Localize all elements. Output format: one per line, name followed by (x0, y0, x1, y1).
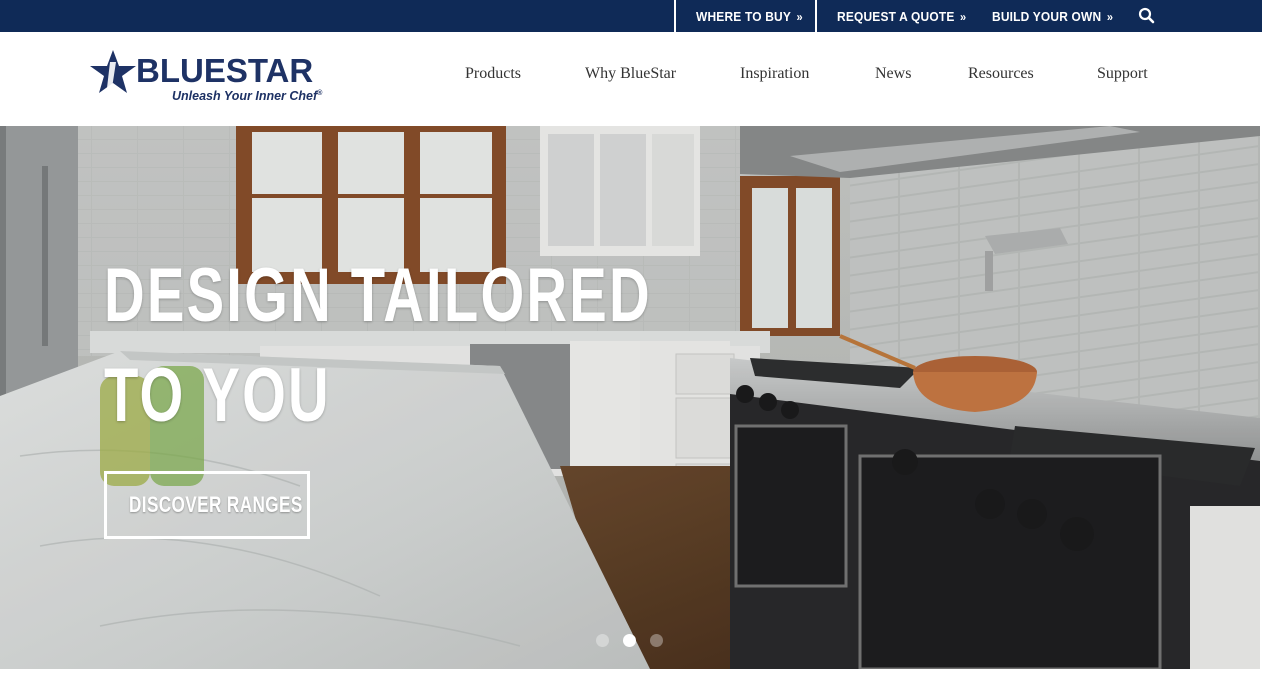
search-icon (1138, 7, 1155, 24)
nav-item-support[interactable]: Support (1097, 65, 1148, 83)
where-to-buy-label: WHERE TO BUY (696, 9, 792, 24)
request-quote-label: REQUEST A QUOTE (837, 9, 955, 24)
site-header: BLUESTAR Unleash Your Inner Chef® Produc… (0, 32, 1262, 126)
utility-divider (815, 0, 817, 32)
nav-item-why-bluestar[interactable]: Why BlueStar (585, 65, 676, 83)
build-your-own-link[interactable]: BUILD YOUR OWN » (992, 0, 1113, 32)
registered-mark: ® (317, 89, 323, 97)
brand-tagline: Unleash Your Inner Chef® (172, 89, 322, 103)
brand-tagline-text: Unleash Your Inner Chef (172, 89, 318, 103)
slide-dot-2[interactable] (623, 634, 636, 647)
search-button[interactable] (1138, 7, 1156, 25)
chevron-right-icon: » (1106, 10, 1114, 24)
utility-divider (674, 0, 676, 32)
nav-item-inspiration[interactable]: Inspiration (740, 65, 809, 83)
nav-item-news[interactable]: News (875, 65, 911, 83)
chevron-right-icon: » (960, 10, 967, 24)
hero-slider: DESIGN TAILORED TO YOU DISCOVER RANGES (0, 126, 1260, 669)
build-your-own-label: BUILD YOUR OWN (992, 9, 1102, 24)
slide-dot-1[interactable] (596, 634, 609, 647)
discover-ranges-button[interactable]: DISCOVER RANGES (104, 471, 310, 539)
where-to-buy-link[interactable]: WHERE TO BUY » (696, 0, 803, 32)
star-logo-icon (90, 50, 136, 93)
chevron-right-icon: » (796, 10, 803, 24)
hero-headline-line1: DESIGN TAILORED (104, 253, 652, 338)
utility-bar: WHERE TO BUY » REQUEST A QUOTE » BUILD YOU… (0, 0, 1262, 32)
brand-wordmark: BLUESTAR (136, 52, 314, 89)
nav-item-products[interactable]: Products (465, 65, 521, 83)
hero-headline-line2: TO YOU (104, 353, 331, 438)
request-quote-link[interactable]: REQUEST A QUOTE » (837, 0, 966, 32)
discover-ranges-label: DISCOVER RANGES (129, 492, 303, 517)
nav-item-resources[interactable]: Resources (968, 65, 1034, 83)
bluestar-logo[interactable]: BLUESTAR Unleash Your Inner Chef® (88, 48, 338, 112)
slide-dot-3[interactable] (650, 634, 663, 647)
